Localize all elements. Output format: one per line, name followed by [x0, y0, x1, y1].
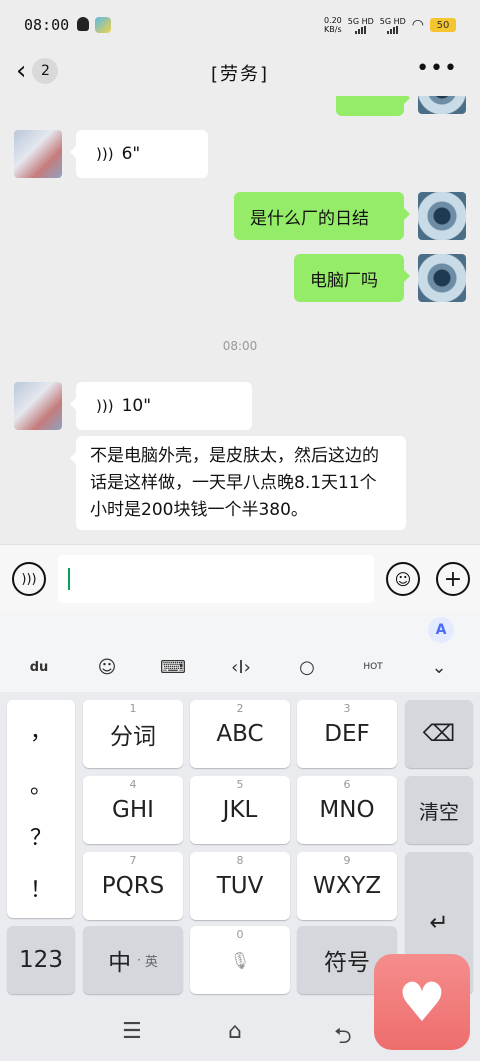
- status-time: 08:00: [24, 16, 70, 34]
- key-1[interactable]: 1 分词: [83, 700, 183, 768]
- backspace-key[interactable]: ⌫: [405, 700, 473, 768]
- numeric-key[interactable]: 123: [7, 926, 75, 994]
- du-logo-icon[interactable]: du: [24, 652, 54, 682]
- punct-period[interactable]: 。: [7, 768, 75, 800]
- message-bubble[interactable]: 是什么厂的日结: [234, 192, 410, 240]
- microphone-icon: 🎙: [229, 950, 251, 970]
- home-icon[interactable]: ⌂: [228, 1019, 242, 1044]
- floating-app-button[interactable]: ♥: [374, 954, 470, 1050]
- menu-icon[interactable]: ☰: [122, 1019, 142, 1044]
- chat-title: [劳务]: [210, 64, 270, 85]
- avatar-contact[interactable]: [14, 382, 62, 430]
- key-7[interactable]: 7 PQRS: [83, 852, 183, 920]
- keyboard-icon[interactable]: ⌨: [158, 652, 188, 682]
- message-list[interactable]: ))) 6" 是什么厂的日结 电脑厂吗 08:00 ))) 10" 不是电脑外壳…: [0, 96, 480, 544]
- smiley-icon: ☺: [394, 569, 412, 589]
- avatar-self[interactable]: [418, 192, 466, 240]
- key-3[interactable]: 3 DEF: [297, 700, 397, 768]
- enter-icon: ↵: [429, 910, 449, 936]
- message-input[interactable]: [58, 555, 374, 603]
- voice-input-button[interactable]: ))): [12, 562, 46, 596]
- key-5[interactable]: 5 JKL: [190, 776, 290, 844]
- message-bubble[interactable]: 电脑厂吗: [294, 254, 410, 302]
- message-timestamp: 08:00: [222, 339, 258, 353]
- more-options-icon[interactable]: •••: [416, 56, 458, 81]
- avatar-self[interactable]: [418, 254, 466, 302]
- space-key[interactable]: 0 🎙: [190, 926, 290, 994]
- text-caret: [68, 568, 70, 590]
- emoticon-icon[interactable]: ☺: [92, 652, 122, 682]
- message-text: 不是电脑外壳，是皮肤太，然后这边的话是这样做，一天早八点晚8.1天11个小时是2…: [90, 445, 379, 520]
- wifi-icon: ◠: [411, 17, 424, 33]
- punct-comma[interactable]: ，: [7, 714, 75, 746]
- key-9[interactable]: 9 WXYZ: [297, 852, 397, 920]
- punctuation-list[interactable]: ， 。 ？ ！: [7, 700, 75, 918]
- clear-key[interactable]: 清空: [405, 776, 473, 844]
- avatar-self[interactable]: [418, 96, 466, 114]
- chat-header: ‹ 2 [劳务] •••: [0, 50, 480, 96]
- punct-question[interactable]: ？: [7, 820, 75, 852]
- heart-icon: ♥: [397, 970, 447, 1034]
- app-notification-icon: [95, 17, 112, 33]
- ai-assistant-icon[interactable]: A: [428, 617, 454, 643]
- voice-wave-icon: ))): [96, 397, 114, 415]
- status-bar: 08:00 0.20 KB/s 5G HD 5G HD ◠ 50: [0, 0, 480, 50]
- voice-message[interactable]: ))) 10": [70, 382, 252, 430]
- voice-duration: 10": [121, 396, 152, 416]
- search-icon[interactable]: ○: [292, 652, 322, 682]
- add-more-button[interactable]: +: [436, 562, 470, 596]
- key-2[interactable]: 2 ABC: [190, 700, 290, 768]
- voice-message[interactable]: ))) 6": [70, 130, 208, 178]
- plus-icon: +: [443, 566, 463, 592]
- battery-icon: 50: [430, 18, 456, 32]
- voice-duration: 6": [121, 144, 141, 164]
- punct-exclaim[interactable]: ！: [7, 872, 75, 904]
- message-text: 是什么厂的日结: [250, 208, 369, 229]
- cursor-move-icon[interactable]: ‹I›: [226, 652, 256, 682]
- key-8[interactable]: 8 TUV: [190, 852, 290, 920]
- voice-wave-icon: ))): [96, 145, 114, 163]
- message-bubble[interactable]: 不是电脑外壳，是皮肤太，然后这边的话是这样做，一天早八点晚8.1天11个小时是2…: [70, 436, 406, 530]
- input-bar: ))) ☺ +: [0, 544, 480, 612]
- emoji-button[interactable]: ☺: [386, 562, 420, 596]
- signal-sim1-icon: 5G HD: [348, 17, 374, 34]
- hot-icon[interactable]: HOT: [358, 652, 388, 682]
- backspace-icon: ⌫: [422, 721, 456, 747]
- message-bubble-partial[interactable]: [336, 96, 410, 116]
- voice-icon: ))): [21, 571, 37, 587]
- key-6[interactable]: 6 MNO: [297, 776, 397, 844]
- net-speed: 0.20 KB/s: [323, 16, 342, 34]
- keyboard-toolbar: A du ☺ ⌨ ‹I› ○ HOT ⌄: [0, 612, 480, 692]
- message-text: 电脑厂吗: [310, 270, 378, 291]
- collapse-keyboard-icon[interactable]: ⌄: [424, 652, 454, 682]
- key-4[interactable]: 4 GHI: [83, 776, 183, 844]
- back-nav-icon[interactable]: ⮌: [334, 1019, 352, 1057]
- qq-icon: [77, 17, 90, 31]
- avatar-contact[interactable]: [14, 130, 62, 178]
- language-switch-key[interactable]: 中 · 英: [83, 926, 183, 994]
- signal-sim2-icon: 5G HD: [380, 17, 406, 34]
